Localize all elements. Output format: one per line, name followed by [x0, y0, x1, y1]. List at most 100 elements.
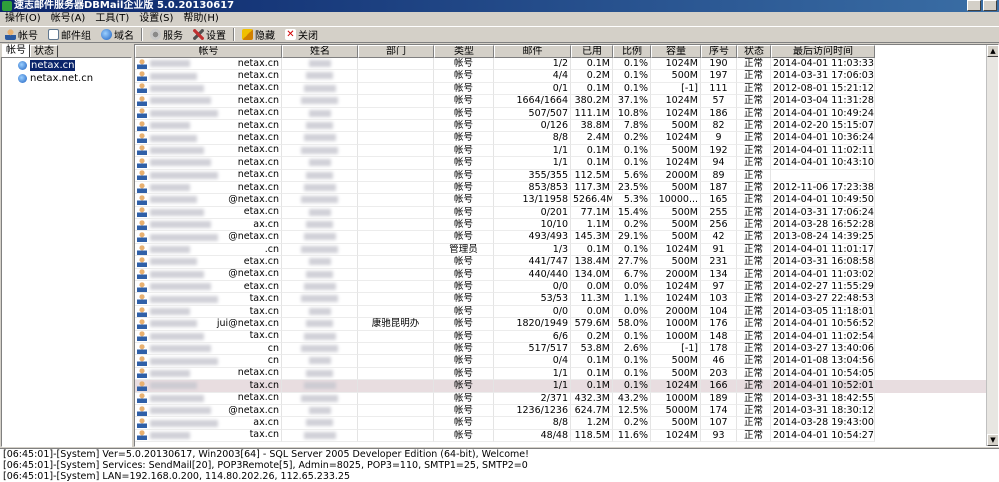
column-header-last-access[interactable]: 最后访问时间 [771, 45, 875, 58]
table-row[interactable]: netax.cn 帐号 0/126 38.8M 7.8% 500M 82 正常 2014-02-… [135, 119, 987, 133]
used-cell: 111.1M [571, 107, 613, 120]
table-row[interactable]: ax.cn 帐号 10/10 1.1M 0.2% 500M 256 正常 2014-03-28 … [135, 219, 987, 232]
maximize-button[interactable] [983, 0, 997, 11]
dept-cell [358, 268, 434, 282]
mail-group-button[interactable]: 邮件组 [43, 27, 96, 42]
table-row[interactable]: tax.cn 帐号 1/1 0.1M 0.1% 1024M 166 正常 2014-04-01 … [135, 380, 987, 393]
tree-item-netax-cn[interactable]: netax.cn [18, 60, 76, 71]
table-row[interactable]: tax.cn 帐号 0/0 0.0M 0.0% 2000M 104 正常 2014-03-05 … [135, 305, 987, 319]
redacted-text [306, 221, 333, 229]
table-row[interactable]: netax.cn 帐号 853/853 117.3M 23.5% 500M 187 正常 201… [135, 181, 987, 195]
type-cell: 帐号 [434, 417, 494, 430]
column-header-dept[interactable]: 部门 [358, 45, 434, 58]
table-row[interactable]: netax.cn 帐号 1/1 0.1M 0.1% 500M 192 正常 2014-04-01… [135, 144, 987, 158]
table-row[interactable]: ax.cn 帐号 8/8 1.2M 0.2% 500M 107 正常 2014-03-28 19… [135, 417, 987, 430]
table-row[interactable]: netax.cn 帐号 2/371 432.3M 43.2% 1000M 189 正常 2014… [135, 392, 987, 405]
status-cell: 正常 [737, 231, 771, 244]
mail-count-cell: 1/3 [494, 243, 571, 257]
column-header-capacity[interactable]: 容量 [651, 45, 701, 58]
table-row[interactable]: etax.cn 帐号 441/747 138.4M 27.7% 500M 231 正常 2014… [135, 256, 987, 269]
table-row[interactable]: tax.cn 帐号 53/53 11.3M 1.1% 1024M 103 正常 2014-03-… [135, 293, 987, 306]
table-row[interactable]: netax.cn 帐号 1/1 0.1M 0.1% 1024M 94 正常 2014-04-01… [135, 157, 987, 170]
title-bar: 速志邮件服务器DBMail企业版 5.0.20130617 [0, 0, 999, 12]
capacity-cell: 1000M [651, 392, 701, 405]
table-row[interactable]: @netax.cn 帐号 1236/1236 624.7M 12.5% 5000M 174 正… [135, 404, 987, 418]
column-header-account[interactable]: 帐号 [135, 45, 282, 58]
table-row[interactable]: jui@netax.cn 康驰昆明办 帐号 1820/1949 579.6M 58.0% 1… [135, 318, 987, 331]
menu-tools[interactable]: 工具(T) [90, 12, 134, 26]
table-row[interactable]: netax.cn 帐号 1/2 0.1M 0.1% 1024M 190 正常 2014-04-0… [135, 58, 987, 71]
table-row[interactable]: @netax.cn 帐号 493/493 145.3M 29.1% 500M 42 正常 201… [135, 231, 987, 244]
vertical-scrollbar[interactable]: ▲ ▼ [986, 45, 998, 446]
ratio-cell: 11.6% [613, 429, 651, 443]
table-row[interactable]: tax.cn 帐号 48/48 118.5M 11.6% 1024M 93 正常 2014-04… [135, 429, 987, 443]
ratio-cell: 29.1% [613, 231, 651, 244]
status-cell: 正常 [737, 417, 771, 430]
table-row[interactable]: @netax.cn 帐号 440/440 134.0M 6.7% 2000M 134 正常 20… [135, 268, 987, 282]
status-cell: 正常 [737, 281, 771, 294]
close-button[interactable]: ✕ 关闭 [280, 27, 323, 42]
redacted-text [150, 122, 190, 130]
user-icon [137, 71, 147, 82]
redacted-text [150, 196, 197, 204]
minimize-button[interactable] [967, 0, 981, 11]
menu-settings[interactable]: 设置(S) [134, 12, 178, 26]
table-row[interactable]: cn 帐号 0/4 0.1M 0.1% 500M 46 正常 2014-01-08 13:04:… [135, 355, 987, 368]
name-cell [282, 231, 358, 244]
table-row[interactable]: cn 帐号 517/517 53.8M 2.6% [-1] 178 正常 2014-03-27 … [135, 342, 987, 356]
tab-accounts[interactable]: 帐号 [2, 44, 30, 58]
domain-button[interactable]: 域名 [96, 27, 139, 42]
service-button[interactable]: 服务 [145, 27, 188, 42]
seq-cell: 176 [701, 318, 737, 331]
mail-count-cell: 355/355 [494, 169, 571, 182]
table-row[interactable]: etax.cn 帐号 0/201 77.1M 15.4% 500M 255 正常 2014-03… [135, 206, 987, 220]
table-row[interactable]: .cn 管理员 1/3 0.1M 0.1% 1024M 91 正常 2014-04-01 11:… [135, 243, 987, 257]
type-cell: 帐号 [434, 355, 494, 368]
table-row[interactable]: netax.cn 帐号 355/355 112.5M 5.6% 2000M 89 正常 [135, 169, 987, 182]
table-row[interactable]: netax.cn 帐号 0/1 0.1M 0.1% [-1] 111 正常 2012-08-01… [135, 82, 987, 96]
settings-button[interactable]: 设置 [188, 27, 231, 42]
last-access-cell: 2012-08-01 15:21:12 [771, 82, 875, 96]
status-cell: 正常 [737, 95, 771, 108]
table-row[interactable]: etax.cn 帐号 0/0 0.0M 0.0% 1024M 97 正常 2014-02-27 … [135, 281, 987, 294]
column-header-ratio[interactable]: 比例 [613, 45, 651, 58]
table-row[interactable]: netax.cn 帐号 507/507 111.1M 10.8% 1024M 186 正常 20… [135, 107, 987, 120]
window-title: 速志邮件服务器DBMail企业版 5.0.20130617 [14, 0, 235, 11]
table-row[interactable]: netax.cn 帐号 8/8 2.4M 0.2% 1024M 9 正常 2014-04-01 … [135, 132, 987, 145]
table-row[interactable]: netax.cn 帐号 4/4 0.2M 0.1% 500M 197 正常 2014-03-31… [135, 70, 987, 83]
tree-item-netax-net-cn[interactable]: netax.net.cn [18, 73, 93, 84]
status-cell: 正常 [737, 219, 771, 232]
table-row[interactable]: tax.cn 帐号 6/6 0.2M 0.1% 1000M 148 正常 2014-04-01 … [135, 330, 987, 343]
ratio-cell: 0.0% [613, 281, 651, 294]
column-header-used[interactable]: 已用 [571, 45, 613, 58]
table-row[interactable]: netax.cn 帐号 1664/1664 380.2M 37.1% 1024M 57 正常 2… [135, 95, 987, 108]
name-cell [282, 281, 358, 294]
redacted-text [306, 419, 333, 427]
table-row[interactable]: @netax.cn 帐号 13/11958 5266.4M 5.3% 10000... 16… [135, 194, 987, 207]
menu-account[interactable]: 帐号(A) [46, 12, 91, 26]
capacity-cell: 500M [651, 119, 701, 133]
menu-operate[interactable]: 操作(O) [0, 12, 46, 26]
account-button[interactable]: 帐号 [0, 27, 43, 42]
scroll-down-button[interactable]: ▼ [987, 434, 998, 446]
used-cell: 2.4M [571, 132, 613, 145]
hide-button[interactable]: 隐藏 [237, 27, 280, 42]
capacity-cell: 1000M [651, 330, 701, 343]
menu-help[interactable]: 帮助(H) [178, 12, 223, 26]
scroll-up-button[interactable]: ▲ [987, 45, 998, 57]
table-row[interactable]: netax.cn 帐号 1/1 0.1M 0.1% 500M 203 正常 2014-04-01… [135, 367, 987, 381]
column-header-name[interactable]: 姓名 [282, 45, 358, 58]
column-header-status[interactable]: 状态 [737, 45, 771, 58]
column-header-type[interactable]: 类型 [434, 45, 494, 58]
mail-count-cell: 1/2 [494, 58, 571, 71]
redacted-text [303, 382, 336, 390]
name-cell [282, 58, 358, 71]
column-header-mail[interactable]: 邮件 [494, 45, 571, 58]
mail-group-button-label: 邮件组 [61, 31, 91, 42]
left-panel: 帐号 状态 netax.cn netax.net.cn [0, 44, 133, 447]
seq-cell: 189 [701, 392, 737, 405]
account-cell: tax.cn [135, 380, 282, 393]
account-domain-text: netax.cn [237, 392, 279, 404]
column-header-seq[interactable]: 序号 [701, 45, 737, 58]
redacted-text [308, 60, 331, 67]
